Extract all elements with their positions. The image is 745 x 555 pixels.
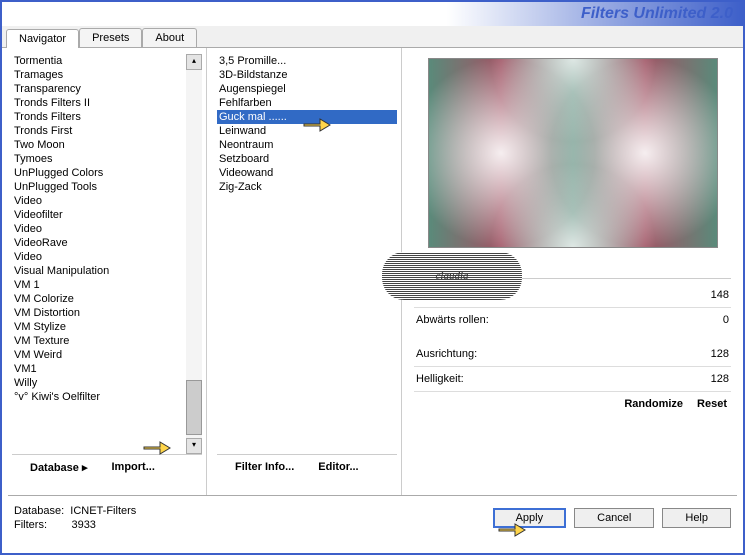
list-item[interactable]: VM Colorize <box>12 292 202 306</box>
footer-info: Database: ICNET-Filters Filters: 3933 <box>14 504 136 532</box>
watermark: claudia <box>382 252 522 300</box>
tab-bar: Navigator Presets About <box>2 26 743 48</box>
param-value: 128 <box>711 373 729 385</box>
list-item[interactable]: Zig-Zack <box>217 180 397 194</box>
database-button[interactable]: Database ▸ <box>18 457 100 478</box>
param-label: Abwärts rollen: <box>416 314 489 326</box>
cancel-button[interactable]: Cancel <box>574 508 654 528</box>
list-item[interactable]: Videowand <box>217 166 397 180</box>
list-item[interactable]: VM Distortion <box>12 306 202 320</box>
categories-column: Tormentia Tramages Transparency Tronds F… <box>2 48 207 495</box>
list-item[interactable]: Tronds First <box>12 124 202 138</box>
dialog-buttons: Apply Cancel Help <box>493 508 731 528</box>
scroll-thumb[interactable] <box>186 380 202 435</box>
list-item[interactable]: VM Texture <box>12 334 202 348</box>
tab-navigator[interactable]: Navigator <box>6 29 79 48</box>
param-row[interactable]: Ausrichtung: 128 <box>414 342 731 367</box>
list-item[interactable]: VM Stylize <box>12 320 202 334</box>
category-buttons: Database ▸ Import... <box>12 454 202 478</box>
list-item[interactable]: Augenspiegel <box>217 82 397 96</box>
list-item[interactable]: Willy <box>12 376 202 390</box>
filter-buttons: Filter Info... Editor... <box>217 454 397 477</box>
filters-column: 3,5 Promille... 3D-Bildstanze Augenspieg… <box>207 48 402 495</box>
reset-button[interactable]: Reset <box>697 398 727 410</box>
param-row[interactable]: Abwärts rollen: 0 <box>414 308 731 332</box>
param-label: Ausrichtung: <box>416 348 477 360</box>
list-item[interactable]: Tramages <box>12 68 202 82</box>
list-item[interactable]: Setzboard <box>217 152 397 166</box>
list-item[interactable]: Transparency <box>12 82 202 96</box>
preview-actions: Randomize Reset <box>414 392 731 410</box>
app-window: Filters Unlimited 2.0 Navigator Presets … <box>0 0 745 555</box>
list-item[interactable]: UnPlugged Colors <box>12 166 202 180</box>
param-value: 128 <box>711 348 729 360</box>
param-value: 0 <box>723 314 729 326</box>
filters-label: Filters: <box>14 519 47 531</box>
param-value: 148 <box>711 289 729 301</box>
param-row[interactable]: Helligkeit: 128 <box>414 367 731 392</box>
list-item[interactable]: Videofilter <box>12 208 202 222</box>
editor-button[interactable]: Editor... <box>306 457 370 477</box>
scroll-up-icon[interactable]: ▴ <box>186 54 202 70</box>
list-item[interactable]: VM Weird <box>12 348 202 362</box>
filters-value: 3933 <box>71 519 95 531</box>
param-label: Helligkeit: <box>416 373 464 385</box>
scroll-down-icon[interactable]: ▾ <box>186 438 202 454</box>
list-item[interactable]: Video <box>12 222 202 236</box>
tab-about[interactable]: About <box>142 28 197 47</box>
db-label: Database: <box>14 505 64 517</box>
footer: Database: ICNET-Filters Filters: 3933 Ap… <box>2 496 743 540</box>
list-item[interactable]: 3D-Bildstanze <box>217 68 397 82</box>
list-item[interactable]: UnPlugged Tools <box>12 180 202 194</box>
main-panel: Tormentia Tramages Transparency Tronds F… <box>2 48 743 495</box>
list-item[interactable]: Guck mal ...... <box>217 110 397 124</box>
list-item[interactable]: Visual Manipulation <box>12 264 202 278</box>
categories-list[interactable]: Tormentia Tramages Transparency Tronds F… <box>12 54 202 454</box>
scroll-track[interactable] <box>186 70 202 438</box>
list-item[interactable]: Tronds Filters II <box>12 96 202 110</box>
list-item[interactable]: Fehlfarben <box>217 96 397 110</box>
preview-image <box>428 58 718 248</box>
db-value: ICNET-Filters <box>70 505 136 517</box>
list-item[interactable]: Tronds Filters <box>12 110 202 124</box>
import-button[interactable]: Import... <box>100 457 167 478</box>
tab-presets[interactable]: Presets <box>79 28 142 47</box>
help-button[interactable]: Help <box>662 508 731 528</box>
list-item[interactable]: °v° Kiwi's Oelfilter <box>12 390 202 404</box>
title-bar: Filters Unlimited 2.0 <box>2 2 743 26</box>
list-item[interactable]: 3,5 Promille... <box>217 54 397 68</box>
list-item[interactable]: Leinwand <box>217 124 397 138</box>
list-item[interactable]: Video <box>12 250 202 264</box>
apply-button[interactable]: Apply <box>493 508 567 528</box>
filter-info-button[interactable]: Filter Info... <box>223 457 306 477</box>
list-item[interactable]: VM 1 <box>12 278 202 292</box>
list-item[interactable]: VM1 <box>12 362 202 376</box>
scrollbar[interactable]: ▴ ▾ <box>186 54 202 454</box>
filters-list[interactable]: 3,5 Promille... 3D-Bildstanze Augenspieg… <box>217 54 397 454</box>
list-item[interactable]: Tymoes <box>12 152 202 166</box>
list-item[interactable]: Neontraum <box>217 138 397 152</box>
randomize-button[interactable]: Randomize <box>624 398 683 410</box>
list-item[interactable]: Two Moon <box>12 138 202 152</box>
list-item[interactable]: Video <box>12 194 202 208</box>
list-item[interactable]: Tormentia <box>12 54 202 68</box>
app-title: Filters Unlimited 2.0 <box>581 5 733 23</box>
list-item[interactable]: VideoRave <box>12 236 202 250</box>
